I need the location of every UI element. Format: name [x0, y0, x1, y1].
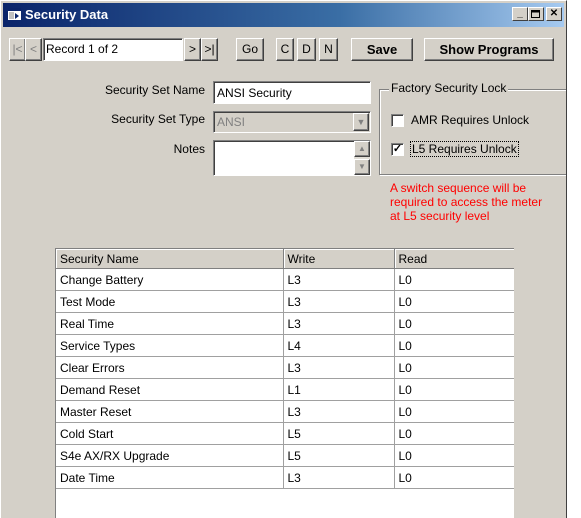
- write-level-cell[interactable]: L3: [283, 400, 395, 423]
- l5-requires-unlock-label[interactable]: L5 Requires Unlock: [410, 141, 519, 157]
- previous-record-button[interactable]: <: [25, 38, 42, 61]
- read-level-cell[interactable]: L0: [394, 422, 514, 445]
- column-header-security-name[interactable]: Security Name: [56, 249, 284, 269]
- first-record-button[interactable]: |<: [9, 38, 26, 61]
- security-name-cell[interactable]: S4e AX/RX Upgrade: [56, 444, 284, 467]
- table-row[interactable]: S4e AX/RX Upgrade L5 L0: [56, 444, 514, 467]
- security-set-name-label: Security Set Name: [104, 83, 205, 97]
- column-header-write[interactable]: Write: [283, 249, 395, 269]
- read-level-cell[interactable]: L0: [394, 268, 514, 291]
- chevron-up-icon: ▲: [358, 144, 366, 153]
- table-row[interactable]: Date Time L3 L0: [56, 466, 514, 489]
- security-set-type-value: ANSI: [217, 115, 246, 129]
- show-programs-button[interactable]: Show Programs: [424, 38, 554, 61]
- n-button[interactable]: N: [319, 38, 338, 61]
- l5-warning-message: A switch sequence will be required to ac…: [390, 181, 543, 223]
- security-name-cell[interactable]: Master Reset: [56, 400, 284, 423]
- table-row[interactable]: Cold Start L5 L0: [56, 422, 514, 445]
- amr-requires-unlock-checkbox[interactable]: [391, 114, 404, 127]
- app-window-icon: [8, 8, 21, 20]
- write-level-cell[interactable]: L3: [283, 312, 395, 335]
- table-row[interactable]: Service Types L4 L0: [56, 334, 514, 357]
- next-record-button[interactable]: >: [184, 38, 201, 61]
- security-name-cell[interactable]: Change Battery: [56, 268, 284, 291]
- factory-security-lock-title: Factory Security Lock: [389, 81, 509, 95]
- security-name-cell[interactable]: Clear Errors: [56, 356, 284, 379]
- write-level-cell[interactable]: L3: [283, 290, 395, 313]
- security-set-type-select[interactable]: ANSI ▼: [213, 111, 371, 133]
- table-row[interactable]: Test Mode L3 L0: [56, 290, 514, 313]
- read-level-cell[interactable]: L0: [394, 466, 514, 489]
- security-name-cell[interactable]: Test Mode: [56, 290, 284, 313]
- d-button[interactable]: D: [297, 38, 316, 61]
- table-row[interactable]: Clear Errors L3 L0: [56, 356, 514, 379]
- write-level-cell[interactable]: L4: [283, 334, 395, 357]
- read-level-cell[interactable]: L0: [394, 444, 514, 467]
- security-set-name-input[interactable]: ANSI Security: [213, 81, 371, 104]
- amr-requires-unlock-label[interactable]: AMR Requires Unlock: [411, 113, 529, 127]
- go-button[interactable]: Go: [236, 38, 264, 61]
- last-record-button[interactable]: >|: [201, 38, 218, 61]
- read-level-cell[interactable]: L0: [394, 356, 514, 379]
- security-name-cell[interactable]: Demand Reset: [56, 378, 284, 401]
- l5-requires-unlock-checkbox[interactable]: ✓: [391, 143, 404, 156]
- security-levels-table: Security Name Write Read Change Battery L…: [56, 249, 514, 489]
- maximize-icon: [531, 10, 540, 18]
- write-level-cell[interactable]: L5: [283, 422, 395, 445]
- table-row[interactable]: Demand Reset L1 L0: [56, 378, 514, 401]
- factory-security-lock-group: [379, 89, 566, 175]
- maximize-button[interactable]: [528, 7, 544, 21]
- close-button[interactable]: ✕: [546, 7, 562, 21]
- dropdown-button[interactable]: ▼: [353, 113, 369, 131]
- write-level-cell[interactable]: L1: [283, 378, 395, 401]
- read-level-cell[interactable]: L0: [394, 378, 514, 401]
- minimize-icon: _: [517, 8, 523, 19]
- table-row[interactable]: Change Battery L3 L0: [56, 268, 514, 291]
- table-row[interactable]: Master Reset L3 L0: [56, 400, 514, 423]
- security-name-cell[interactable]: Service Types: [56, 334, 284, 357]
- table-row[interactable]: Real Time L3 L0: [56, 312, 514, 335]
- security-levels-grid[interactable]: Security Name Write Read Change Battery L…: [55, 248, 514, 518]
- table-header-row: Security Name Write Read: [56, 249, 514, 269]
- read-level-cell[interactable]: L0: [394, 400, 514, 423]
- window-title: Security Data: [25, 7, 109, 22]
- chevron-down-icon: ▼: [358, 162, 366, 171]
- c-button[interactable]: C: [276, 38, 294, 61]
- security-name-cell[interactable]: Date Time: [56, 466, 284, 489]
- write-level-cell[interactable]: L5: [283, 444, 395, 467]
- save-button[interactable]: Save: [351, 38, 413, 61]
- scroll-up-button[interactable]: ▲: [354, 141, 370, 157]
- column-header-read[interactable]: Read: [394, 249, 514, 269]
- record-indicator: Record 1 of 2: [43, 38, 183, 61]
- notes-scrollbar[interactable]: ▲ ▼: [354, 141, 370, 175]
- chevron-down-icon: ▼: [356, 117, 366, 127]
- read-level-cell[interactable]: L0: [394, 290, 514, 313]
- title-bar[interactable]: Security Data _ ✕: [3, 3, 564, 27]
- write-level-cell[interactable]: L3: [283, 466, 395, 489]
- close-icon: ✕: [549, 8, 559, 19]
- security-name-cell[interactable]: Real Time: [56, 312, 284, 335]
- security-set-type-label: Security Set Type: [111, 112, 205, 126]
- checkmark-icon: ✓: [392, 143, 403, 155]
- security-name-cell[interactable]: Cold Start: [56, 422, 284, 445]
- minimize-button[interactable]: _: [512, 7, 528, 21]
- read-level-cell[interactable]: L0: [394, 334, 514, 357]
- scroll-down-button[interactable]: ▼: [354, 159, 370, 175]
- write-level-cell[interactable]: L3: [283, 268, 395, 291]
- notes-label: Notes: [173, 142, 205, 156]
- notes-textarea[interactable]: ▲ ▼: [213, 140, 371, 176]
- write-level-cell[interactable]: L3: [283, 356, 395, 379]
- read-level-cell[interactable]: L0: [394, 312, 514, 335]
- security-data-window: Security Data _ ✕ |< < Record 1 of 2 > >…: [0, 0, 567, 518]
